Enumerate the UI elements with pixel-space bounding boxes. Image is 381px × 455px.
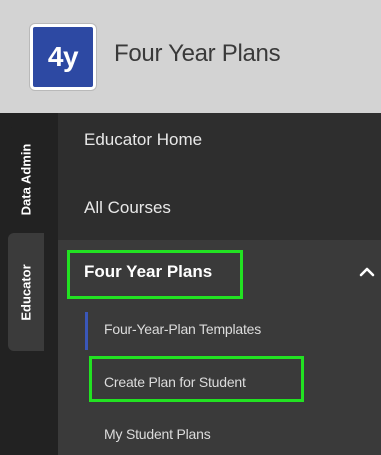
app-logo[interactable]: 4y	[30, 24, 96, 90]
nav-subitem-my-student-plans[interactable]: My Student Plans	[104, 426, 211, 442]
vertical-tab-rail: Data Admin Educator	[0, 113, 58, 455]
tab-educator[interactable]: Educator	[8, 233, 44, 351]
nav-subitem-create-plan[interactable]: Create Plan for Student	[104, 374, 246, 390]
chevron-up-icon[interactable]	[358, 263, 376, 281]
app-header: 4y Four Year Plans	[0, 0, 381, 113]
app-title: Four Year Plans	[114, 40, 281, 67]
nav-section-title[interactable]: Four Year Plans	[84, 262, 212, 282]
nav-item-educator-home[interactable]: Educator Home	[84, 130, 202, 150]
tab-data-admin[interactable]: Data Admin	[8, 127, 44, 231]
app-window: 4y Four Year Plans Data Admin Educator E…	[0, 0, 381, 455]
logo-text: 4y	[47, 41, 79, 72]
nav-subitem-templates[interactable]: Four-Year-Plan Templates	[104, 321, 261, 337]
active-item-indicator	[85, 312, 88, 350]
tab-data-admin-label: Data Admin	[18, 143, 34, 215]
tab-educator-label: Educator	[18, 263, 34, 321]
nav-item-all-courses[interactable]: All Courses	[84, 198, 171, 218]
